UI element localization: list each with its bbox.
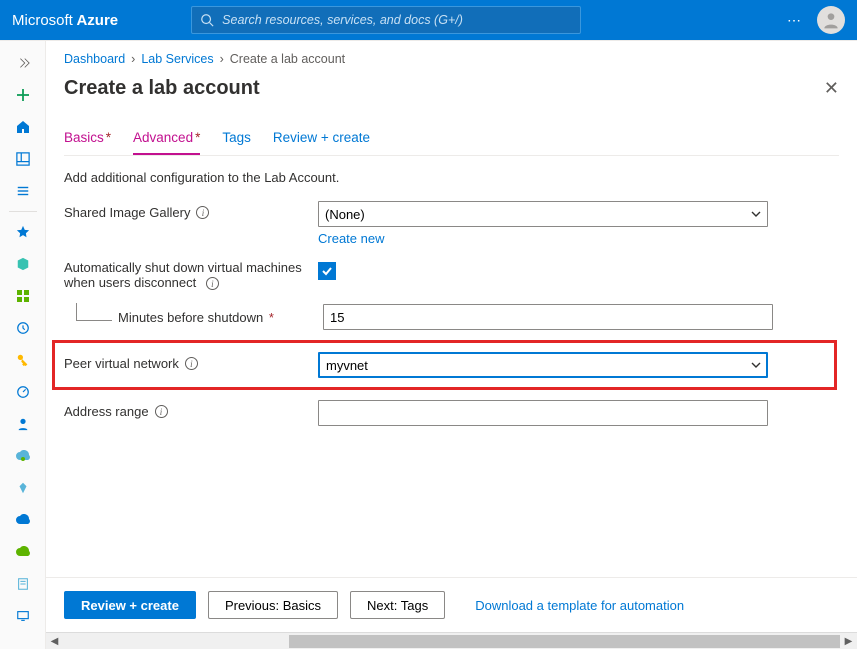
tab-basics[interactable]: Basics*: [64, 130, 111, 155]
main-panel: Dashboard › Lab Services › Create a lab …: [46, 41, 857, 649]
nav-create-button[interactable]: [0, 81, 46, 109]
address-range-label: Address range: [64, 404, 149, 419]
nav-favorites-icon[interactable]: [0, 218, 46, 246]
row-shared-gallery: Shared Image Gallery i (None) Create new: [64, 201, 839, 246]
indent-connector-icon: [76, 303, 112, 321]
breadcrumb-link-labservices[interactable]: Lab Services: [141, 52, 213, 66]
minutes-label: Minutes before shutdown: [118, 310, 263, 325]
address-range-input[interactable]: [318, 400, 768, 426]
info-icon[interactable]: i: [155, 405, 168, 418]
row-peer-network: Peer virtual network i myvnet: [64, 352, 839, 378]
page-title: Create a lab account: [64, 77, 260, 100]
nav-data-icon[interactable]: [0, 570, 46, 598]
horizontal-scrollbar[interactable]: ◀ ▶: [46, 632, 857, 649]
tab-advanced[interactable]: Advanced*: [133, 130, 200, 155]
nav-user-icon[interactable]: [0, 410, 46, 438]
minutes-input[interactable]: [323, 304, 773, 330]
required-icon: *: [269, 310, 274, 325]
info-icon[interactable]: i: [185, 357, 198, 370]
tab-description: Add additional configuration to the Lab …: [64, 170, 839, 185]
nav-cloud3-icon[interactable]: [0, 538, 46, 566]
nav-expand-button[interactable]: [0, 49, 46, 77]
search-icon: [200, 13, 214, 27]
nav-cloud2-icon[interactable]: [0, 506, 46, 534]
user-avatar[interactable]: [817, 6, 845, 34]
scroll-left-icon[interactable]: ◀: [46, 633, 63, 649]
row-auto-shutdown: Automatically shut down virtual machines…: [64, 260, 839, 290]
tab-tags[interactable]: Tags: [222, 130, 251, 155]
footer-bar: Review + create Previous: Basics Next: T…: [46, 577, 857, 632]
nav-recent-icon[interactable]: [0, 314, 46, 342]
scroll-thumb[interactable]: [289, 635, 840, 648]
nav-cloud1-icon[interactable]: [0, 442, 46, 470]
row-minutes: Minutes before shutdown *: [64, 304, 839, 330]
nav-home-button[interactable]: [0, 113, 46, 141]
previous-button[interactable]: Previous: Basics: [208, 591, 338, 619]
breadcrumb-current: Create a lab account: [230, 52, 345, 66]
breadcrumb: Dashboard › Lab Services › Create a lab …: [46, 41, 857, 71]
review-create-button[interactable]: Review + create: [64, 591, 196, 619]
more-menu-button[interactable]: ⋯: [787, 12, 803, 29]
shared-gallery-label: Shared Image Gallery: [64, 205, 190, 220]
nav-diamond-icon[interactable]: [0, 474, 46, 502]
chevron-right-icon: ›: [131, 52, 135, 66]
auto-shutdown-checkbox[interactable]: [318, 262, 336, 280]
tab-review[interactable]: Review + create: [273, 130, 370, 155]
create-new-link[interactable]: Create new: [318, 231, 384, 246]
breadcrumb-link-dashboard[interactable]: Dashboard: [64, 52, 125, 66]
scroll-right-icon[interactable]: ▶: [840, 633, 857, 649]
brand[interactable]: Microsoft Azure: [12, 12, 118, 29]
global-search-input[interactable]: Search resources, services, and docs (G+…: [191, 6, 581, 34]
close-button[interactable]: ✕: [824, 78, 839, 99]
auto-shutdown-label: Automatically shut down virtual machines…: [64, 260, 302, 290]
nav-vm-icon[interactable]: [0, 602, 46, 630]
info-icon[interactable]: i: [196, 206, 209, 219]
nav-resource-icon[interactable]: [0, 250, 46, 278]
user-icon: [821, 10, 841, 30]
check-icon: [321, 265, 333, 277]
row-address-range: Address range i: [64, 400, 839, 426]
nav-dashboard-button[interactable]: [0, 145, 46, 173]
chevron-right-icon: ›: [220, 52, 224, 66]
nav-all-services-button[interactable]: [0, 177, 46, 205]
download-template-link[interactable]: Download a template for automation: [475, 598, 684, 613]
search-placeholder: Search resources, services, and docs (G+…: [222, 13, 463, 27]
next-button[interactable]: Next: Tags: [350, 591, 445, 619]
shared-gallery-select[interactable]: (None): [318, 201, 768, 227]
top-bar: Microsoft Azure Search resources, servic…: [0, 0, 857, 40]
nav-gauge-icon[interactable]: [0, 378, 46, 406]
peer-network-select[interactable]: myvnet: [318, 352, 768, 378]
nav-all-resources-icon[interactable]: [0, 282, 46, 310]
peer-network-label: Peer virtual network: [64, 356, 179, 371]
info-icon[interactable]: i: [206, 277, 219, 290]
nav-key-icon[interactable]: [0, 346, 46, 374]
left-nav: [0, 41, 46, 649]
tab-bar: Basics* Advanced* Tags Review + create: [64, 130, 839, 156]
